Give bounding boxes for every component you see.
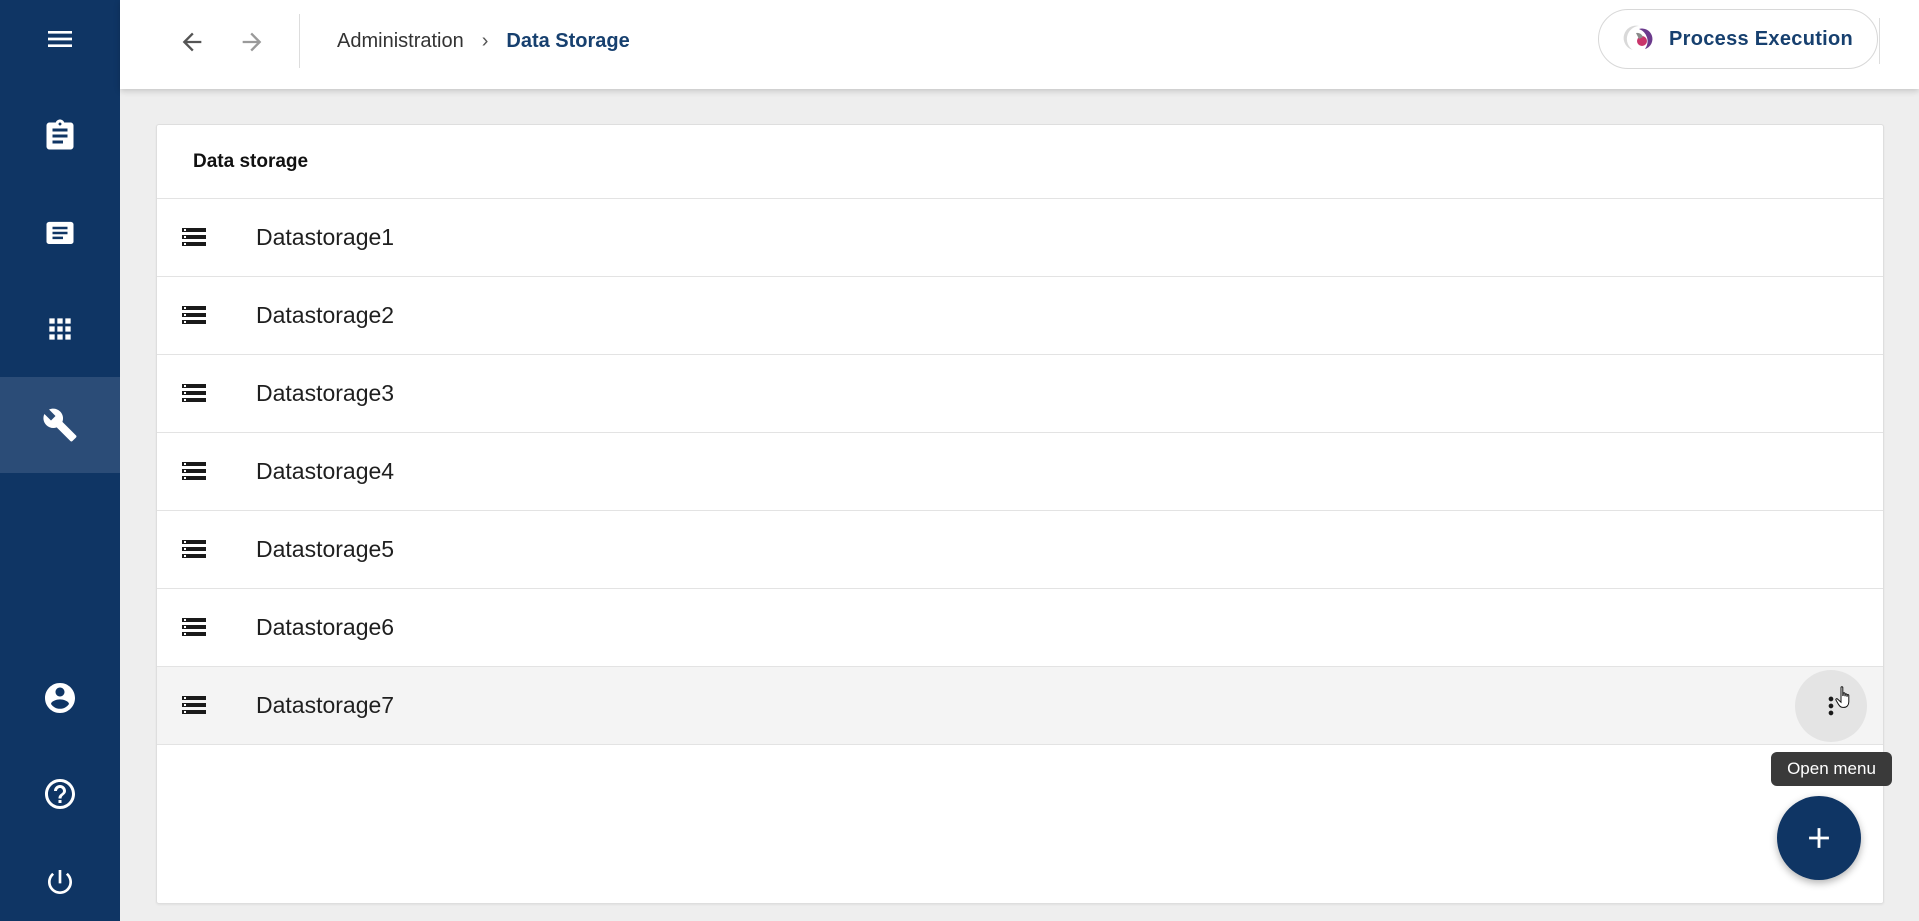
back-button[interactable] xyxy=(172,22,212,62)
list-item-label: Datastorage1 xyxy=(256,224,395,250)
forward-button[interactable] xyxy=(232,22,272,62)
header-divider xyxy=(299,14,300,68)
list-item[interactable]: Datastorage2 xyxy=(157,277,1883,355)
list-item[interactable]: Datastorage1 xyxy=(157,199,1883,277)
hand-cursor-icon xyxy=(1835,686,1850,708)
apps-grid-icon xyxy=(49,318,71,340)
storage-icon xyxy=(182,696,206,714)
sidebar-item-help[interactable] xyxy=(0,746,120,842)
storage-icon xyxy=(182,462,206,480)
breadcrumb-administration[interactable]: Administration xyxy=(337,30,464,53)
list-item-label: Datastorage5 xyxy=(256,536,395,562)
data-storage-card: Data storage Datastorage1 Datastorage2 D… xyxy=(156,124,1884,904)
card-title: Data storage xyxy=(193,151,309,172)
list-item-label: Datastorage3 xyxy=(256,380,395,406)
tooltip: Open menu xyxy=(1771,752,1892,786)
breadcrumb-separator: › xyxy=(481,29,489,52)
add-data-storage-button[interactable] xyxy=(1777,796,1861,880)
sidebar-item-logout[interactable] xyxy=(0,842,120,921)
data-storage-list: Datastorage1 Datastorage2 Datastorage3 D… xyxy=(157,199,1883,745)
power-icon xyxy=(48,869,72,894)
process-execution-label: Process Execution xyxy=(1669,27,1854,50)
storage-icon xyxy=(182,618,206,636)
list-item[interactable]: Datastorage3 xyxy=(157,355,1883,433)
storage-icon xyxy=(182,540,206,558)
menu-toggle-button[interactable] xyxy=(0,0,120,78)
clipboard-icon xyxy=(46,119,74,150)
list-item-label: Datastorage2 xyxy=(256,302,395,328)
list-item-label: Datastorage6 xyxy=(256,614,395,640)
process-execution-button[interactable]: Process Execution xyxy=(1598,9,1878,69)
row-menu-button[interactable] xyxy=(1795,670,1867,742)
list-item[interactable]: Datastorage7 xyxy=(157,667,1883,745)
list-item[interactable]: Datastorage4 xyxy=(157,433,1883,511)
arrow-forward-icon xyxy=(242,32,262,52)
account-icon xyxy=(45,683,75,713)
header-right-divider xyxy=(1879,18,1880,64)
sidebar-item-account[interactable] xyxy=(0,650,120,746)
storage-icon xyxy=(182,228,206,246)
storage-icon xyxy=(182,306,206,324)
list-item-label: Datastorage4 xyxy=(256,458,395,484)
breadcrumb: Administration › Data Storage xyxy=(337,0,630,82)
arrow-back-icon xyxy=(182,32,202,52)
list-item-label: Datastorage7 xyxy=(256,692,395,718)
process-logo-icon xyxy=(1623,25,1653,50)
document-icon xyxy=(46,221,74,245)
list-item[interactable]: Datastorage6 xyxy=(157,589,1883,667)
sidebar xyxy=(0,0,120,921)
sidebar-item-apps[interactable] xyxy=(0,281,120,377)
sidebar-item-tasks[interactable] xyxy=(0,88,120,184)
wrench-icon xyxy=(43,408,77,442)
breadcrumb-current: Data Storage xyxy=(506,29,630,52)
plus-icon xyxy=(1809,828,1829,848)
sidebar-item-documents[interactable] xyxy=(0,185,120,281)
top-bar: Administration › Data Storage Process Ex… xyxy=(120,0,1919,89)
list-item[interactable]: Datastorage5 xyxy=(157,511,1883,589)
sidebar-item-administration[interactable] xyxy=(0,377,120,473)
menu-icon xyxy=(48,31,72,47)
storage-icon xyxy=(182,384,206,402)
help-icon xyxy=(45,779,75,809)
